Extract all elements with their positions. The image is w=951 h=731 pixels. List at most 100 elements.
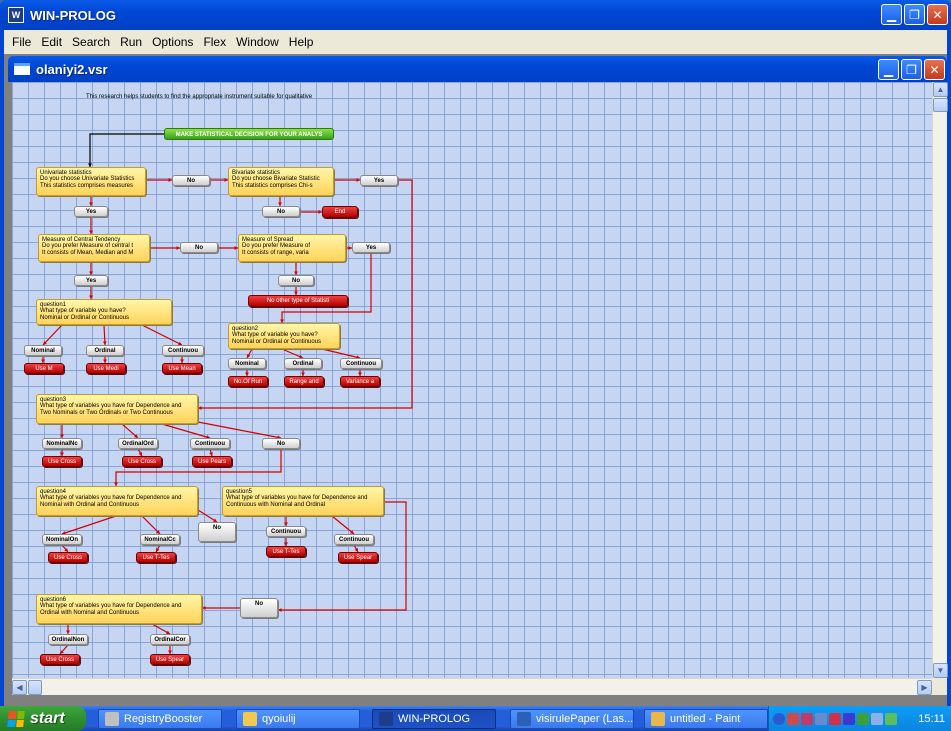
scroll-thumb-vertical[interactable] (933, 98, 948, 112)
answer-node-no-spread[interactable]: No (278, 275, 314, 286)
answer-node-q4-a[interactable]: NominalOn (42, 534, 82, 545)
answer-node-yes1[interactable]: Yes (74, 206, 108, 217)
decision-node-bivariate[interactable]: Bivariate statistics Do you choose Bivari… (228, 167, 334, 196)
flow-edge (161, 423, 211, 439)
restore-button[interactable]: ❐ (904, 4, 925, 25)
result-node-q4-r2[interactable]: Use T-Tes (136, 552, 176, 563)
result-node-q6-r1[interactable]: Use Cross (40, 654, 80, 665)
answer-node-q2-ordinal[interactable]: Ordinal (284, 358, 322, 369)
result-node-q4-r1[interactable]: Use Cross (48, 552, 88, 563)
answer-node-no1[interactable]: No (172, 175, 210, 186)
answer-node-q5-b[interactable]: Continuou (334, 534, 374, 545)
scroll-up-button[interactable]: ▲ (933, 82, 948, 97)
taskbar-button-visirulepaper-las[interactable]: visirulePaper (Las... (510, 709, 634, 729)
answer-node-q4-b[interactable]: NominalCc (140, 534, 180, 545)
tray-pen-icon[interactable] (815, 712, 827, 725)
answer-node-yes2[interactable]: Yes (74, 275, 108, 286)
node-text: Ordinal (292, 361, 314, 367)
tray-security-icon[interactable] (787, 712, 799, 725)
tray-volume-icon[interactable] (871, 712, 883, 725)
horizontal-scrollbar[interactable]: ◀ ▶ (12, 678, 932, 695)
answer-node-q4-no[interactable]: No (198, 522, 236, 542)
result-node-q1-r3[interactable]: Use Mean (162, 363, 202, 374)
answer-node-q6-b[interactable]: OrdinalCor (150, 634, 190, 645)
tray-alert-icon[interactable] (829, 712, 841, 725)
menu-search[interactable]: Search (67, 35, 115, 49)
scroll-down-button[interactable]: ▼ (933, 663, 948, 678)
answer-node-yes-biv[interactable]: Yes (360, 175, 398, 186)
size-grip[interactable] (932, 678, 947, 695)
vertical-scrollbar[interactable]: ▲ ▼ (932, 82, 948, 678)
taskbar-button-untitled-paint[interactable]: untitled - Paint (644, 709, 768, 729)
decision-node-univariate[interactable]: Univariate statistics Do you choose Univa… (36, 167, 146, 196)
decision-node-question5[interactable]: question5 What type of variables you have… (222, 486, 384, 516)
answer-node-q1-cont[interactable]: Continuou (162, 345, 204, 356)
tray-security-icon[interactable] (801, 712, 813, 725)
result-node-q3-r3[interactable]: Use Pears (192, 456, 232, 467)
menu-help[interactable]: Help (284, 35, 319, 49)
result-node-q3-r2[interactable]: Use Cross (122, 456, 162, 467)
result-node-q3-r1[interactable]: Use Cross (42, 456, 82, 467)
answer-node-yes-spread[interactable]: Yes (352, 242, 390, 253)
result-node-q2-r1[interactable]: No.Of Run (228, 376, 268, 387)
decision-node-spread[interactable]: Measure of Spread Do you prefer Measure o… (238, 234, 346, 262)
menu-options[interactable]: Options (147, 35, 198, 49)
start-button[interactable]: start (0, 706, 86, 731)
scroll-left-button[interactable]: ◀ (12, 680, 27, 695)
document-titlebar[interactable]: olaniyi2.vsr ▁ ❐ ✕ (8, 56, 947, 82)
taskbar-button-qyoiulij[interactable]: qyoiulij (236, 709, 360, 729)
menu-file[interactable]: File (4, 35, 36, 49)
answer-node-q3-a[interactable]: NominalNc (42, 438, 82, 449)
result-node-q6-r2[interactable]: Use Spear (150, 654, 190, 665)
result-node-q2-r3[interactable]: Variance a (340, 376, 380, 387)
result-node-q1-r2[interactable]: Use Medi (86, 363, 126, 374)
result-node-q1-r1[interactable]: Use M (24, 363, 64, 374)
answer-node-q3-c[interactable]: Continuou (190, 438, 230, 449)
node-text: Do you choose Univariate Statistics (40, 176, 135, 183)
tray-back-arrow-icon[interactable] (773, 712, 785, 725)
menu-edit[interactable]: Edit (36, 35, 67, 49)
result-node-q5-r1[interactable]: Use T-Tes (266, 546, 306, 557)
decision-node-question4[interactable]: question4 What type of variables you have… (36, 486, 198, 516)
menu-flex[interactable]: Flex (198, 35, 231, 49)
start-node-start[interactable]: MAKE STATISTICAL DECISION FOR YOUR ANALY… (164, 128, 334, 140)
answer-node-q3-no[interactable]: No (262, 438, 300, 449)
answer-node-no-biv[interactable]: No (262, 206, 300, 217)
decision-node-question3[interactable]: question3 What type of variables you have… (36, 394, 198, 424)
answer-node-q1-ordinal[interactable]: Ordinal (86, 345, 124, 356)
result-node-end[interactable]: End (322, 206, 358, 218)
scroll-thumb-horizontal[interactable] (28, 680, 42, 695)
flowchart-canvas[interactable]: This research helps students to find the… (12, 82, 932, 678)
answer-node-no2[interactable]: No (180, 242, 218, 253)
decision-node-question6[interactable]: question6 What type of variables you have… (36, 594, 202, 624)
answer-node-q3-b[interactable]: OrdinalOrd (118, 438, 158, 449)
tray-check-icon[interactable] (885, 712, 897, 725)
node-text: What type of variables you have for Depe… (226, 495, 368, 502)
result-node-q5-r2[interactable]: Use Spear (338, 552, 378, 563)
document-minimize-button[interactable]: ▁ (878, 59, 899, 80)
scroll-right-button[interactable]: ▶ (917, 680, 932, 695)
result-node-q2-r2[interactable]: Range and (284, 376, 324, 387)
menu-window[interactable]: Window (231, 35, 284, 49)
answer-node-q2-cont[interactable]: Continuou (340, 358, 382, 369)
answer-node-q1-nominal[interactable]: Nominal (24, 345, 62, 356)
answer-node-q5-a[interactable]: Continuou (266, 526, 306, 537)
document-maximize-button[interactable]: ❐ (901, 59, 922, 80)
close-button[interactable]: ✕ (927, 4, 948, 25)
answer-node-q6-a[interactable]: OrdinalNon (48, 634, 88, 645)
answer-node-q6-no[interactable]: No (240, 598, 278, 618)
menu-run[interactable]: Run (115, 35, 147, 49)
tray-bluetooth-icon[interactable] (843, 712, 855, 725)
decision-node-central[interactable]: Measure of Central Tendency Do you prefer… (38, 234, 150, 262)
decision-node-question1[interactable]: question1 What type of variable you have?… (36, 299, 172, 325)
minimize-button[interactable]: ▁ (881, 4, 902, 25)
taskbar-button-registrybooster[interactable]: RegistryBooster (98, 709, 222, 729)
answer-node-q2-nominal[interactable]: Nominal (228, 358, 266, 369)
taskbar-button-win-prolog[interactable]: WIN-PROLOG (372, 709, 496, 729)
app-titlebar[interactable]: W WIN-PROLOG ▁ ❐ ✕ (0, 0, 951, 30)
tray-network-icon[interactable] (857, 712, 869, 725)
result-node-no-other[interactable]: No other type of Statisti (248, 295, 348, 307)
decision-node-question2[interactable]: question2 What type of variable you have?… (228, 323, 340, 349)
document-close-button[interactable]: ✕ (924, 59, 945, 80)
flow-edge (198, 179, 413, 409)
